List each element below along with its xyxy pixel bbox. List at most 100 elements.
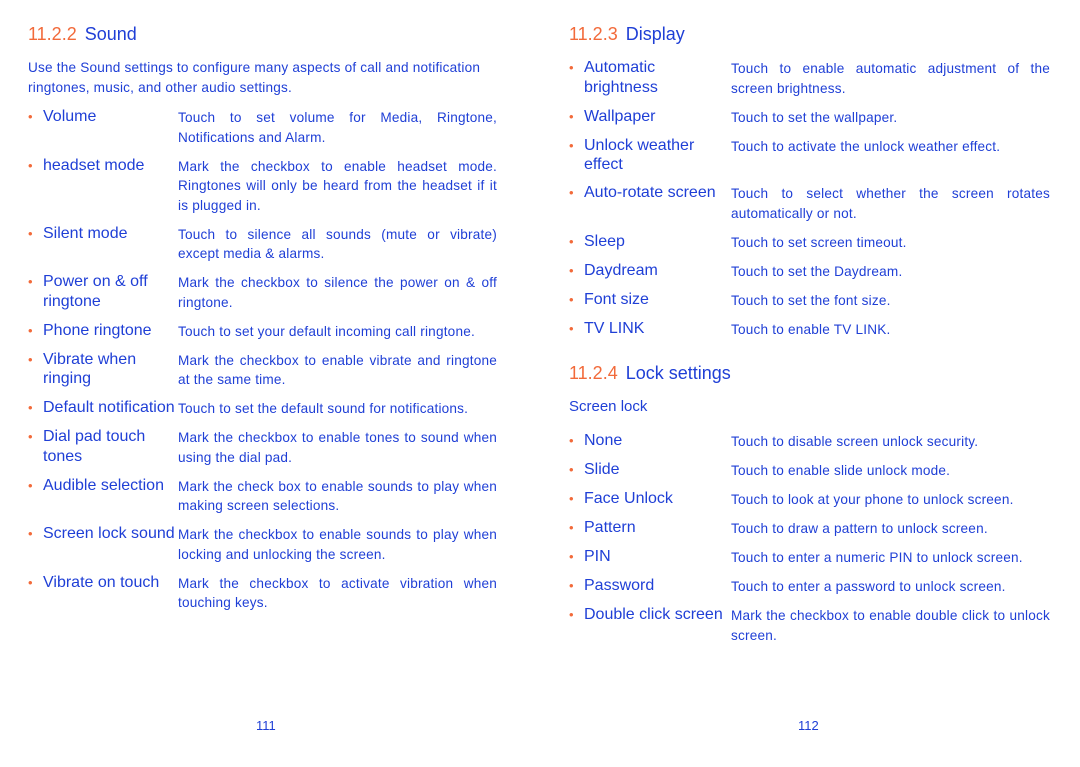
item-description: Touch to enable automatic adjustment of … [731, 61, 1050, 96]
term-label: headset mode [43, 156, 145, 174]
item-term: • Audible selection [28, 476, 178, 516]
sound-intro: Use the Sound settings to configure many… [28, 60, 481, 95]
list-item: • PIN Touch to enter a numeric PIN to unlo… [569, 547, 1053, 568]
list-item: • Dial pad touch tones Mark the checkbox t… [28, 427, 512, 467]
list-item: • Audible selection Mark the check box to … [28, 476, 512, 516]
item-description: Touch to set screen timeout. [731, 234, 907, 250]
list-item: • Volume Touch to set volume for Media, Ri… [28, 107, 512, 147]
term-label: Password [584, 577, 655, 594]
list-item: • Pattern Touch to draw a pattern to unloc… [569, 518, 1053, 539]
item-description: Touch to activate the unlock weather eff… [731, 138, 1001, 154]
item-description: Mark the check box to enable sounds to p… [178, 478, 497, 514]
term-label: Vibrate on touch [43, 573, 160, 591]
item-description: Mark the checkbox to enable vibrate and … [178, 352, 497, 388]
item-description: Touch to look at your phone to unlock sc… [731, 492, 1014, 507]
item-description: Touch to set the wallpaper. [731, 109, 898, 125]
list-item: • Double click screen Mark the checkbox to… [569, 605, 1053, 645]
bullet-icon: • [569, 433, 574, 448]
list-item: • Wallpaper Touch to set the wallpaper. [569, 107, 1053, 128]
bullet-icon: • [28, 225, 33, 241]
display-list: • Automatic brightness Touch to enable aut… [569, 58, 1053, 339]
lock-list: • None Touch to disable screen unlock secu… [569, 431, 1053, 645]
term-label: Vibrate when ringing [43, 350, 137, 388]
bullet-icon: • [569, 491, 574, 506]
bullet-icon: • [569, 607, 574, 622]
list-item: • Automatic brightness Touch to enable aut… [569, 58, 1053, 98]
bullet-icon: • [569, 520, 574, 535]
bullet-icon: • [569, 549, 574, 564]
item-term: • PIN [569, 547, 731, 568]
term-label: Power on & off ringtone [43, 273, 148, 310]
term-label: Auto-rotate screen [584, 184, 716, 201]
list-item: • Password Touch to enter a password to un… [569, 576, 1053, 597]
item-term: • Sleep [569, 232, 731, 253]
bullet-icon: • [569, 60, 574, 75]
item-description: Touch to set the default sound for notif… [178, 401, 469, 416]
bullet-icon: • [28, 109, 33, 124]
bullet-icon: • [28, 526, 33, 541]
screen-lock-subheading: Screen lock [569, 398, 648, 415]
item-term: • Auto-rotate screen [569, 183, 731, 223]
item-description: Touch to set your default incoming call … [178, 323, 475, 339]
item-description: Touch to disable screen unlock security. [731, 434, 979, 449]
list-item: • Phone ringtone Touch to set your default… [28, 321, 512, 342]
list-item: • Vibrate when ringing Mark the checkbox t… [28, 350, 512, 390]
item-description: Touch to enter a numeric PIN to unlock s… [731, 550, 1023, 565]
term-label: Sleep [584, 232, 625, 250]
section-heading-display: 11.2.3 Display [569, 24, 685, 44]
bullet-icon: • [569, 185, 574, 200]
term-label: Font size [584, 290, 649, 308]
item-description: Mark the checkbox to enable tones to sou… [178, 430, 497, 465]
bullet-icon: • [28, 477, 33, 493]
term-label: Audible selection [43, 476, 164, 494]
bullet-icon: • [569, 108, 574, 124]
term-label: Wallpaper [584, 107, 656, 125]
list-item: • Daydream Touch to set the Daydream. [569, 261, 1053, 282]
bullet-icon: • [569, 137, 574, 153]
item-description: Mark the checkbox to enable double click… [731, 608, 1050, 643]
list-item: • Face Unlock Touch to look at your phone … [569, 489, 1053, 510]
item-term: • Double click screen [569, 605, 731, 645]
list-item: • Unlock weather effect Touch to activate … [569, 136, 1053, 175]
item-term: • Default notification [28, 398, 178, 419]
item-term: • Slide [569, 460, 731, 481]
list-item: • Vibrate on touch Mark the checkbox to ac… [28, 573, 512, 613]
bullet-icon: • [569, 233, 574, 249]
term-label: PIN [584, 548, 611, 565]
item-description: Mark the checkbox to activate vibration … [178, 575, 497, 611]
bullet-icon: • [28, 274, 33, 289]
sound-list: • Volume Touch to set volume for Media, Ri… [28, 107, 512, 613]
term-label: None [584, 432, 623, 449]
list-item: • Font size Touch to set the font size. [569, 290, 1053, 311]
term-label: Automatic brightness [584, 59, 658, 96]
list-item: • Slide Touch to enable slide unlock mode. [569, 460, 1053, 481]
item-term: • Dial pad touch tones [28, 427, 178, 467]
term-label: Unlock weather effect [584, 136, 695, 174]
bullet-icon: • [569, 262, 574, 278]
list-item: • Power on & off ringtone Mark the checkbo… [28, 272, 512, 312]
item-term: • Vibrate on touch [28, 573, 178, 613]
page-112: 11.2.3 Display • Automatic brightness Touch… [569, 22, 1053, 654]
item-term: • Password [569, 576, 731, 597]
item-term: • Unlock weather effect [569, 136, 731, 175]
list-item: • headset mode Mark the checkbox to enable… [28, 156, 512, 216]
bullet-icon: • [28, 574, 33, 590]
item-term: • Screen lock sound [28, 524, 178, 564]
item-term: • None [569, 431, 731, 452]
bullet-icon: • [569, 462, 574, 477]
item-description: Mark the checkbox to silence the power o… [178, 275, 497, 310]
term-label: Pattern [584, 519, 636, 536]
item-term: • Font size [569, 290, 731, 311]
item-term: • Pattern [569, 518, 731, 539]
term-label: Phone ringtone [43, 321, 152, 339]
item-term: • Face Unlock [569, 489, 731, 510]
bullet-icon: • [569, 578, 574, 593]
item-term: • Silent mode [28, 224, 178, 264]
list-item: • TV LINK Touch to enable TV LINK. [569, 319, 1053, 340]
page-number-right: 112 [798, 718, 819, 733]
item-term: • Automatic brightness [569, 58, 731, 98]
section-heading-lock-settings: 11.2.4 Lock settings [569, 363, 731, 383]
term-label: Volume [43, 108, 97, 125]
item-term: • Power on & off ringtone [28, 272, 178, 312]
bullet-icon: • [28, 322, 33, 338]
